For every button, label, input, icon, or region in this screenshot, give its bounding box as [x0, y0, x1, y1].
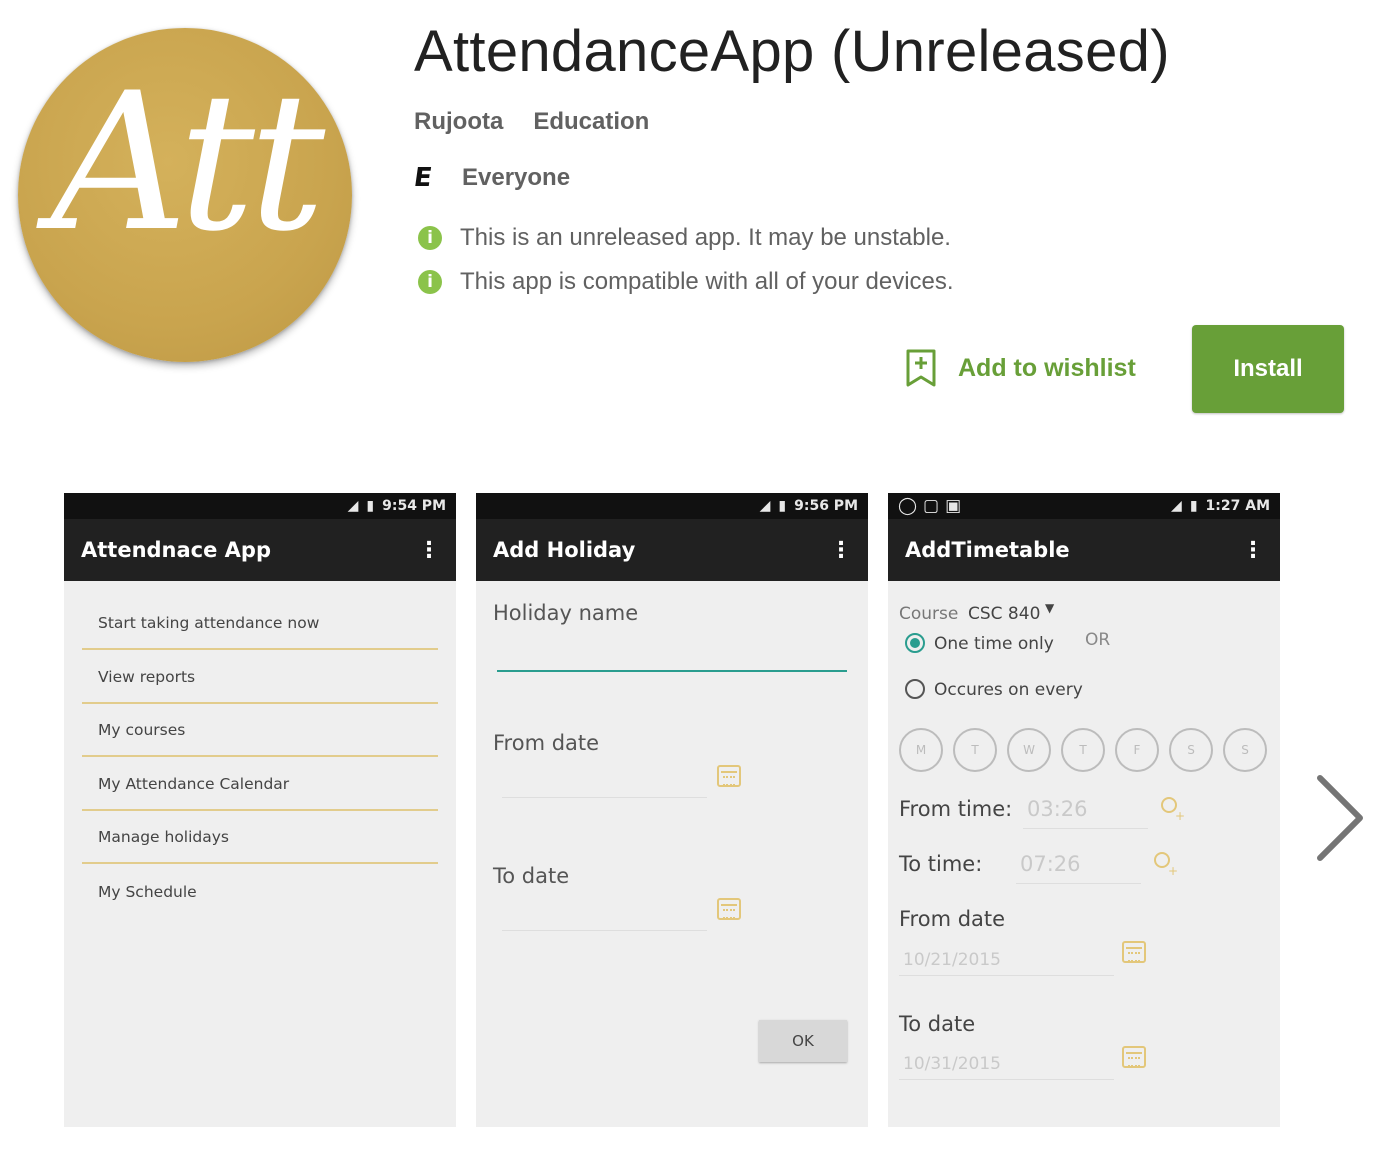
dropdown-icon: ▼ — [1045, 601, 1055, 615]
day-toggle: M — [899, 728, 943, 772]
day-toggle: S — [1223, 728, 1267, 772]
add-to-wishlist-button[interactable]: Add to wishlist — [904, 348, 1136, 388]
download-icon: ▣ — [945, 496, 962, 516]
signal-icon: ◢ — [1171, 498, 1182, 514]
app-title: AttendanceApp (Unreleased) — [414, 19, 1170, 84]
overflow-menu-icon: ⋮ — [830, 537, 852, 563]
occurs-every-label: Occures on every — [934, 680, 1083, 700]
battery-icon: ▮ — [1189, 498, 1198, 514]
from-date-label: From date — [899, 907, 1006, 931]
calendar-icon — [717, 765, 741, 787]
overflow-menu-icon: ⋮ — [1242, 537, 1264, 563]
list-item: My Schedule — [98, 882, 197, 901]
day-toggle: T — [953, 728, 997, 772]
info-icon: i — [418, 226, 442, 250]
list-item: My Attendance Calendar — [82, 758, 438, 811]
whatsapp-icon: ◯ — [898, 496, 918, 516]
app-icon: Att — [18, 28, 352, 362]
day-toggle: W — [1007, 728, 1051, 772]
status-time: 9:56 PM — [794, 498, 858, 514]
info-icon: i — [418, 270, 442, 294]
screen-title: AddTimetable — [905, 538, 1070, 562]
status-time: 9:54 PM — [382, 498, 446, 514]
screenshot-add-timetable[interactable]: ◯ ▢ ▣ ◢ ▮ 1:27 AM AddTimetable ⋮ Course … — [888, 493, 1280, 1127]
one-time-label: One time only — [934, 634, 1054, 654]
install-button[interactable]: Install — [1192, 325, 1344, 413]
alarm-icon — [1154, 852, 1178, 878]
calendar-icon — [1122, 941, 1146, 963]
content-rating-label: Everyone — [462, 164, 571, 191]
screenshot-add-holiday[interactable]: ◢ ▮ 9:56 PM Add Holiday ⋮ Holiday name F… — [476, 493, 868, 1127]
unreleased-notice: i This is an unreleased app. It may be u… — [418, 224, 951, 252]
compatibility-notice: i This app is compatible with all of you… — [418, 268, 954, 296]
to-time-value: 07:26 — [1020, 852, 1081, 876]
course-value: CSC 840 — [968, 604, 1041, 624]
app-meta: Rujoota Education — [414, 108, 649, 136]
content-rating: E Everyone — [411, 163, 571, 193]
holiday-name-underline — [497, 670, 847, 672]
calendar-icon — [1122, 1046, 1146, 1068]
from-date-label: From date — [493, 731, 600, 755]
list-item: Start taking attendance now — [82, 597, 438, 650]
category-link[interactable]: Education — [533, 108, 649, 136]
app-bar: AddTimetable ⋮ — [888, 519, 1280, 581]
to-date-underline — [899, 1079, 1114, 1080]
notification-icons: ◯ ▢ ▣ — [898, 496, 961, 516]
from-date-value: 10/21/2015 — [903, 950, 1001, 970]
day-toggle: T — [1061, 728, 1105, 772]
list-item: My courses — [82, 704, 438, 757]
list-item: View reports — [82, 651, 438, 704]
screen-title: Attendnace App — [81, 538, 271, 562]
app-bar: Add Holiday ⋮ — [476, 519, 868, 581]
to-time-label: To time: — [899, 852, 983, 876]
screenshot-main-menu[interactable]: ◢ ▮ 9:54 PM Attendnace App ⋮ Start takin… — [64, 493, 456, 1127]
from-date-underline — [502, 797, 707, 798]
to-date-underline — [502, 930, 707, 931]
day-toggle: F — [1115, 728, 1159, 772]
course-label: Course — [899, 604, 959, 624]
from-date-underline — [899, 975, 1114, 976]
holiday-name-label: Holiday name — [493, 601, 639, 625]
or-label: OR — [1085, 630, 1111, 650]
battery-icon: ▮ — [778, 498, 787, 514]
alarm-icon — [1161, 797, 1185, 823]
status-time: 1:27 AM — [1205, 498, 1270, 514]
developer-link[interactable]: Rujoota — [414, 108, 503, 136]
from-time-underline — [1023, 828, 1148, 829]
screen-title: Add Holiday — [493, 538, 636, 562]
app-bar: Attendnace App ⋮ — [64, 519, 456, 581]
to-date-label: To date — [899, 1012, 976, 1036]
notice-text: This is an unreleased app. It may be uns… — [460, 224, 951, 251]
day-toggle: S — [1169, 728, 1213, 772]
bookmark-add-icon — [906, 349, 936, 387]
to-date-value: 10/31/2015 — [903, 1054, 1001, 1074]
notice-text: This app is compatible with all of your … — [460, 268, 954, 295]
radio-one-time-selected — [905, 633, 925, 653]
signal-icon: ◢ — [759, 498, 771, 514]
wishlist-label: Add to wishlist — [958, 353, 1136, 382]
list-item: Manage holidays — [82, 811, 438, 864]
esrb-everyone-icon: E — [411, 163, 434, 193]
radio-occurs-every — [905, 679, 925, 699]
signal-icon: ◢ — [347, 498, 359, 514]
to-time-underline — [1016, 883, 1141, 884]
next-screenshot-arrow-icon[interactable] — [1310, 770, 1370, 870]
status-bar: ◢ ▮ 9:56 PM — [476, 493, 868, 519]
to-date-label: To date — [493, 864, 570, 888]
from-time-label: From time: — [899, 797, 1013, 821]
battery-icon: ▮ — [366, 498, 375, 514]
app-icon-text: Att — [50, 52, 326, 273]
status-bar: ◢ ▮ 9:54 PM — [64, 493, 456, 519]
from-time-value: 03:26 — [1027, 797, 1088, 821]
status-bar: ◯ ▢ ▣ ◢ ▮ 1:27 AM — [888, 493, 1280, 519]
overflow-menu-icon: ⋮ — [418, 537, 440, 563]
ok-button: OK — [759, 1020, 847, 1062]
calendar-icon — [717, 898, 741, 920]
square-icon: ▢ — [923, 496, 940, 516]
